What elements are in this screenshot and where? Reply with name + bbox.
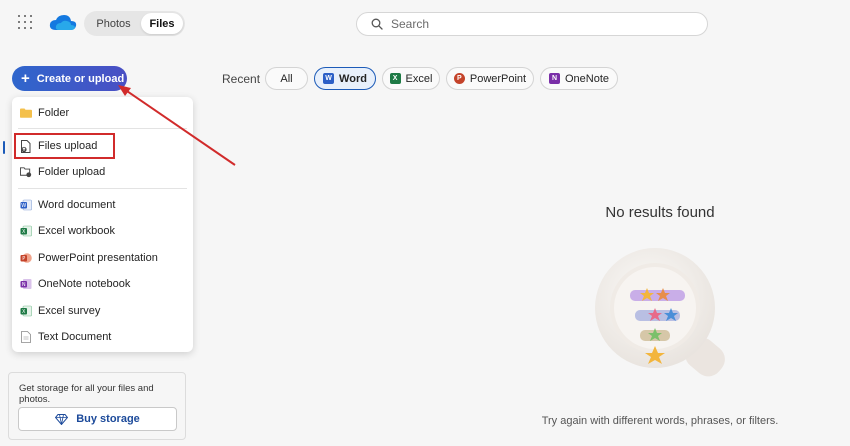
filter-chip-word[interactable]: W Word <box>314 67 376 90</box>
menu-item-folder-upload[interactable]: Folder upload <box>12 160 193 184</box>
tab-photos[interactable]: Photos <box>86 13 141 34</box>
filter-chip-onenote[interactable]: N OneNote <box>540 67 618 90</box>
excel-icon: X <box>389 73 401 84</box>
plus-icon: + <box>21 70 30 87</box>
onenote-icon: N <box>548 73 560 84</box>
menu-item-powerpoint-presentation[interactable]: P PowerPoint presentation <box>12 246 193 270</box>
create-button-label: Create or upload <box>36 72 125 85</box>
search-input[interactable] <box>391 17 691 31</box>
storage-promo-text: Get storage for all your files and photo… <box>19 383 154 405</box>
excel-icon: X <box>20 305 32 317</box>
menu-divider <box>18 128 187 129</box>
menu-item-text-document[interactable]: Text Document <box>12 325 193 349</box>
svg-text:P: P <box>22 256 25 262</box>
word-icon: W <box>20 199 32 211</box>
menu-item-excel-survey[interactable]: X Excel survey <box>12 299 193 323</box>
app-launcher-icon[interactable] <box>18 15 32 29</box>
magnifier-illustration <box>595 248 725 377</box>
filter-chip-all[interactable]: All <box>265 67 308 90</box>
chip-label: All <box>280 72 293 85</box>
menu-item-label: Excel workbook <box>38 225 116 237</box>
menu-item-label: PowerPoint presentation <box>38 252 158 264</box>
word-icon: W <box>323 73 335 84</box>
nav-selection-indicator <box>3 141 5 154</box>
powerpoint-icon: P <box>453 73 465 84</box>
no-results-title: No results found <box>605 204 715 221</box>
menu-item-label: Excel survey <box>38 305 101 317</box>
menu-item-word-document[interactable]: W Word document <box>12 193 193 217</box>
svg-text:N: N <box>22 282 26 288</box>
search-icon <box>371 18 383 30</box>
tab-files[interactable]: Files <box>141 13 183 34</box>
folder-upload-icon <box>20 166 32 178</box>
menu-item-label: Word document <box>38 199 116 211</box>
svg-text:X: X <box>22 229 26 235</box>
menu-item-excel-workbook[interactable]: X Excel workbook <box>12 219 193 243</box>
storage-card: Get storage for all your files and photo… <box>8 372 186 440</box>
annotation-highlight-box <box>14 133 115 159</box>
onedrive-cloud-icon[interactable] <box>48 12 78 32</box>
filter-chip-powerpoint[interactable]: P PowerPoint <box>446 67 534 90</box>
chip-label: Excel <box>405 72 433 85</box>
excel-icon: X <box>20 225 32 237</box>
create-or-upload-button[interactable]: + Create or upload <box>12 66 127 91</box>
menu-item-label: OneNote notebook <box>38 278 131 290</box>
buy-storage-label: Buy storage <box>76 413 140 425</box>
create-upload-menu: Folder Files upload Folder upload W Word… <box>12 97 193 352</box>
chip-label: PowerPoint <box>469 72 527 85</box>
buy-storage-button[interactable]: Buy storage <box>18 407 177 431</box>
menu-item-onenote-notebook[interactable]: N OneNote notebook <box>12 272 193 296</box>
chip-label: Word <box>339 72 367 85</box>
menu-item-label: Folder upload <box>38 166 106 178</box>
search-box[interactable] <box>356 12 708 36</box>
menu-item-folder[interactable]: Folder <box>12 101 193 125</box>
chip-label: OneNote <box>564 72 610 85</box>
no-results-hint: Try again with different words, phrases,… <box>541 415 779 427</box>
powerpoint-icon: P <box>20 252 32 264</box>
svg-text:X: X <box>22 309 26 315</box>
svg-text:W: W <box>21 203 26 209</box>
menu-item-label: Folder <box>38 107 70 119</box>
text-document-icon <box>20 331 32 343</box>
recent-label: Recent <box>222 72 261 86</box>
diamond-icon <box>55 413 69 425</box>
filter-chip-excel[interactable]: X Excel <box>382 67 440 90</box>
menu-divider <box>18 188 187 189</box>
onenote-icon: N <box>20 278 32 290</box>
menu-item-label: Text Document <box>38 331 112 343</box>
photos-files-switcher: Photos Files <box>84 11 185 36</box>
folder-icon <box>20 107 32 119</box>
